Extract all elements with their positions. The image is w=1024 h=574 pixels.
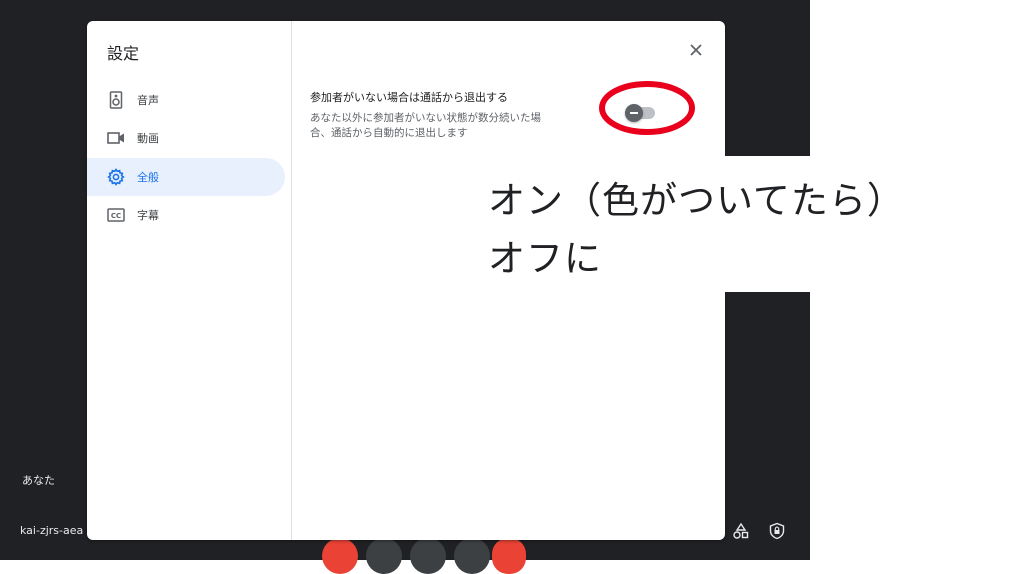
sidebar-item-label: 動画 [137, 132, 159, 145]
setting-description: あなた以外に参加者がいない状態が数分続いた場合、通話から自動的に退出します [310, 112, 541, 139]
annotation-text-line-2: オフに [488, 237, 602, 280]
end-call-button[interactable] [492, 538, 526, 574]
meeting-code: kai-zjrs-aea [20, 524, 84, 537]
close-button[interactable] [685, 39, 707, 61]
sidebar-item-general[interactable]: 全般 [87, 158, 285, 196]
control-button[interactable] [410, 538, 446, 574]
sidebar-item-video[interactable]: 動画 [87, 119, 285, 157]
setting-title: 参加者がいない場合は通話から退出する [310, 91, 508, 104]
sidebar-item-label: 字幕 [137, 209, 159, 222]
sidebar-item-audio[interactable]: 音声 [87, 81, 285, 119]
captions-icon: CC [107, 206, 125, 224]
annotation-text-line-1: オン（色がついてたら） [488, 179, 905, 222]
dialog-title: 設定 [107, 44, 140, 63]
highlight-ellipse [599, 81, 695, 135]
activities-icon[interactable] [730, 520, 752, 542]
settings-sidebar: 設定 音声 動画 全般 CC 字幕 [87, 21, 292, 540]
control-button[interactable] [454, 538, 490, 574]
svg-text:CC: CC [111, 212, 121, 220]
close-icon [690, 44, 702, 56]
control-button[interactable] [322, 538, 358, 574]
sidebar-item-captions[interactable]: CC 字幕 [87, 196, 285, 234]
control-button[interactable] [366, 538, 402, 574]
sidebar-item-label: 全般 [137, 171, 159, 184]
host-controls-icon[interactable] [766, 520, 788, 542]
self-tile-label: あなた [22, 474, 55, 487]
sidebar-item-label: 音声 [137, 94, 159, 107]
videocam-icon [107, 129, 125, 147]
gear-icon [107, 168, 125, 186]
speaker-icon [107, 91, 125, 109]
